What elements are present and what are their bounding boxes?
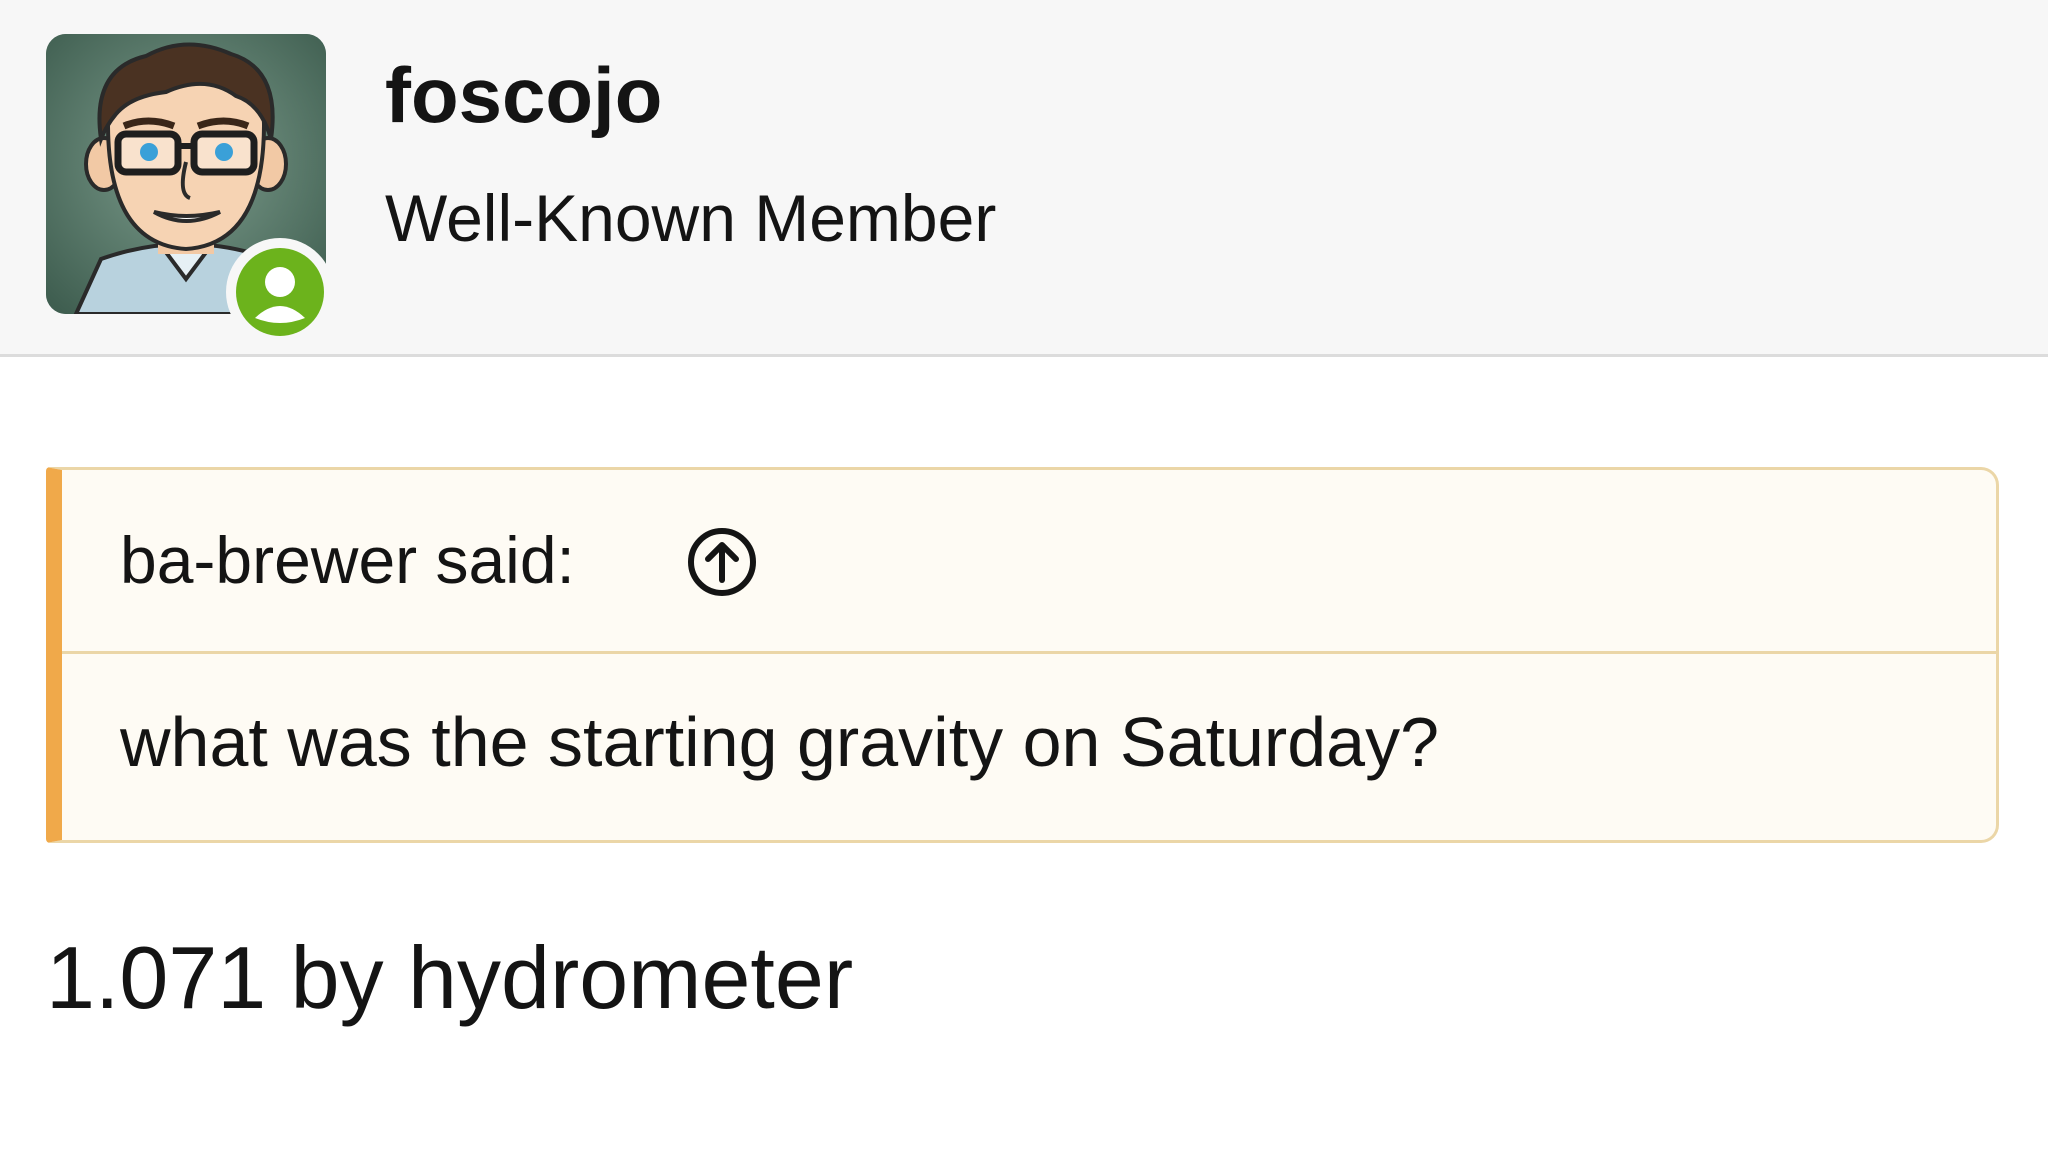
quote-text: what was the starting gravity on Saturda… — [120, 703, 1440, 781]
post-user-header: foscojo Well-Known Member — [0, 0, 2048, 357]
arrow-up-circle-icon[interactable] — [686, 526, 758, 598]
avatar-container[interactable] — [46, 34, 334, 346]
quote-block: ba-brewer said: what was the starting gr… — [46, 467, 1999, 843]
user-title: Well-Known Member — [385, 181, 997, 255]
online-user-icon — [236, 248, 324, 336]
username[interactable]: foscojo — [385, 50, 662, 140]
quote-header: ba-brewer said: — [62, 470, 1996, 654]
online-status-badge — [226, 238, 334, 346]
quote-author[interactable]: ba-brewer said: — [120, 518, 575, 602]
post-body-text: 1.071 by hydrometer — [46, 928, 854, 1027]
